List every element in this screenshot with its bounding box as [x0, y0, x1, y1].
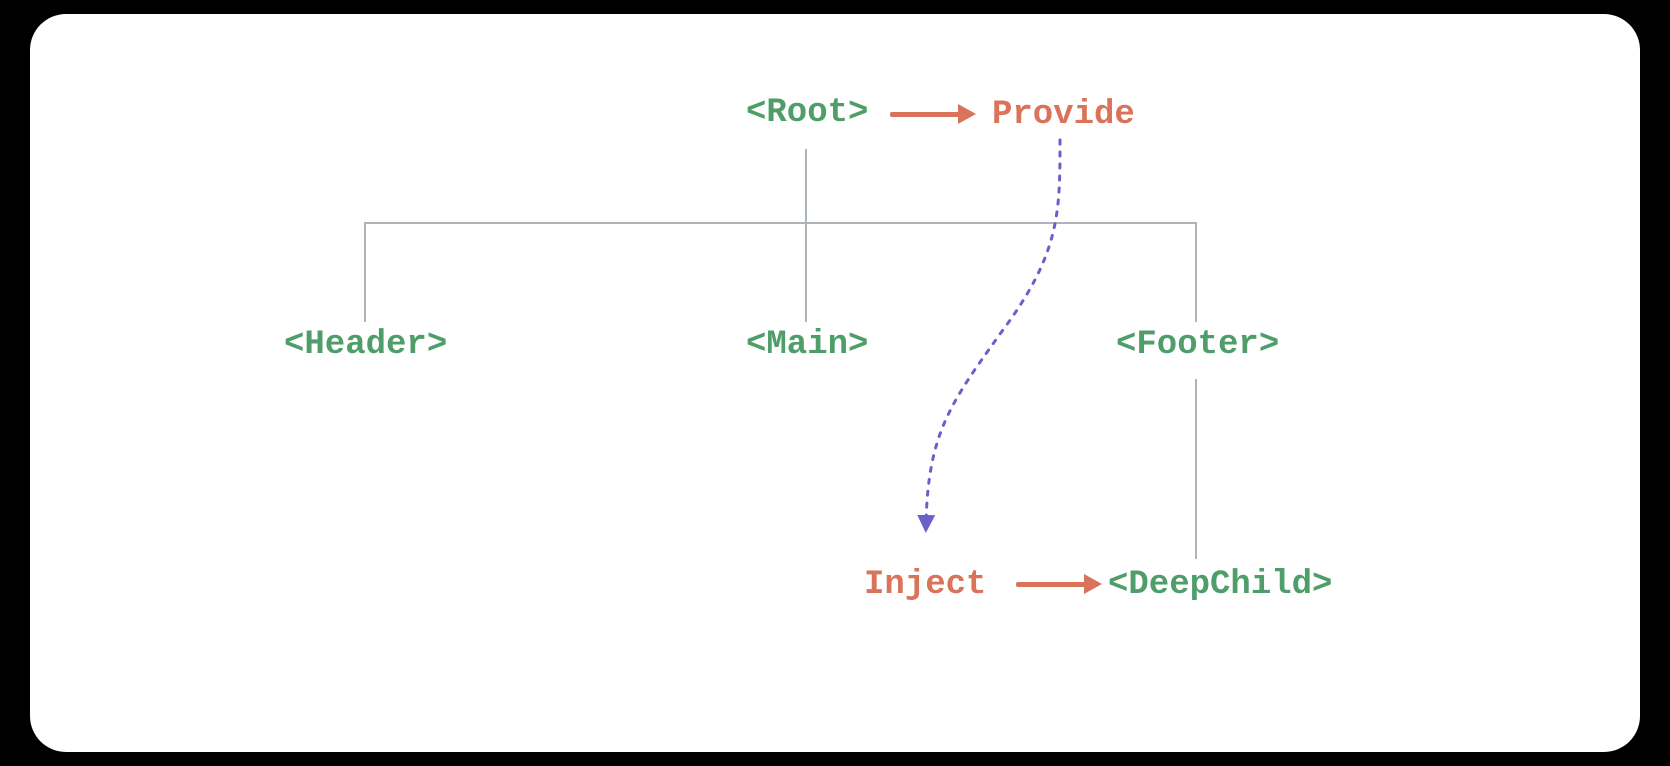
diagram-card: <Root> Provide <Header> <Main> <Footer> …	[30, 14, 1640, 752]
node-root: <Root>	[746, 94, 868, 132]
tree-line	[364, 222, 366, 322]
label-provide: Provide	[992, 96, 1135, 134]
tree-line	[805, 222, 807, 322]
arrow-provide-head	[958, 104, 976, 124]
arrow-provide	[890, 112, 960, 117]
tree-line	[805, 149, 807, 222]
flow-curve	[810, 134, 1210, 584]
node-header: <Header>	[284, 326, 447, 364]
